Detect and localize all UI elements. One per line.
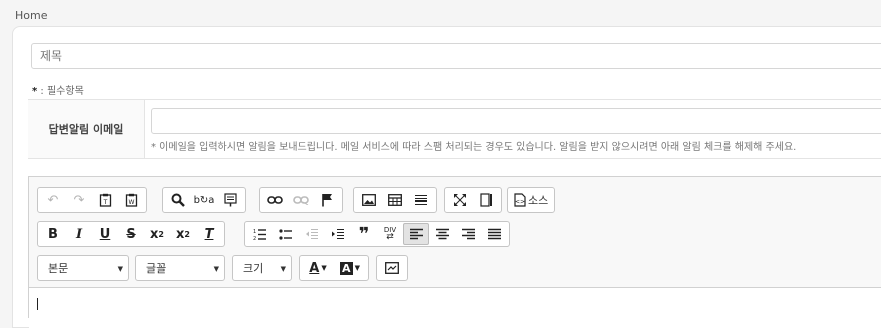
font-combo-value: 글꼴 — [146, 262, 167, 275]
format-combo-value: 본문 — [48, 262, 69, 275]
svg-text:2: 2 — [253, 236, 256, 241]
align-justify-icon[interactable] — [481, 223, 507, 245]
redo-icon[interactable]: ↷ — [66, 189, 92, 211]
size-combo[interactable]: 크기 ▼ — [232, 255, 292, 281]
image-icon[interactable] — [356, 189, 382, 211]
size-combo-value: 크기 — [243, 262, 264, 275]
breadcrumb[interactable]: Home — [15, 9, 47, 22]
align-center-icon[interactable] — [429, 223, 455, 245]
editor-content-area[interactable] — [29, 287, 881, 328]
required-text: : 필수항목 — [40, 86, 84, 97]
bullet-list-icon[interactable] — [273, 223, 299, 245]
media-group — [376, 255, 408, 281]
required-note: * : 필수항목 — [32, 82, 84, 97]
email-row: 답변알림 이메일 * 이메일을 입력하시면 알림을 보내드립니다. 메일 서비스… — [28, 99, 881, 159]
paragraph-group: 12 ❞ DIV ⇄ — [244, 221, 510, 247]
svg-text:W: W — [128, 199, 134, 206]
align-right-icon[interactable] — [455, 223, 481, 245]
source-button[interactable]: <> 소스 — [514, 189, 548, 211]
required-star: * — [32, 86, 38, 97]
font-combo[interactable]: 글꼴 ▼ — [135, 255, 225, 281]
paste-text-icon[interactable]: T — [92, 189, 118, 211]
undo-icon[interactable]: ↶ — [40, 189, 66, 211]
horizontal-rule-icon[interactable] — [408, 189, 434, 211]
replace-icon[interactable]: b↻a — [191, 189, 217, 211]
background-color-button[interactable]: A ▼ — [334, 257, 366, 279]
text-color-button[interactable]: A ▼ — [302, 257, 334, 279]
chevron-down-icon: ▼ — [280, 265, 286, 273]
strike-icon[interactable]: S — [118, 223, 144, 245]
remove-format-icon[interactable]: T — [196, 223, 222, 245]
anchor-flag-icon[interactable] — [314, 189, 340, 211]
svg-text:1: 1 — [253, 229, 256, 235]
show-blocks-icon[interactable] — [473, 189, 499, 211]
table-icon[interactable] — [382, 189, 408, 211]
superscript-icon[interactable]: x2 — [170, 223, 196, 245]
title-input[interactable] — [31, 43, 881, 69]
text-cursor — [37, 298, 38, 310]
svg-text:T: T — [102, 199, 107, 206]
view-group — [444, 187, 502, 213]
chevron-down-icon: ▼ — [321, 264, 327, 272]
find-group: b↻a — [162, 187, 246, 213]
link-icon[interactable] — [262, 189, 288, 211]
text-color-icon: A — [309, 260, 320, 276]
insert-group — [353, 187, 437, 213]
align-left-icon[interactable] — [403, 223, 429, 245]
email-label: 답변알림 이메일 — [28, 100, 145, 158]
rich-text-editor: ↶ ↷ T W b↻a <> 소스 B I U S x 2 x 2 T 1 2 … — [28, 176, 881, 328]
blockquote-icon[interactable]: ❞ — [351, 223, 377, 245]
numbered-list-icon[interactable]: 12 — [247, 223, 273, 245]
chevron-down-icon: ▼ — [354, 264, 360, 272]
italic-icon[interactable]: I — [66, 223, 92, 245]
source-group: <> 소스 — [507, 187, 556, 213]
chevron-down-icon: ▼ — [213, 265, 219, 273]
indent-icon[interactable] — [325, 223, 351, 245]
subscript-icon[interactable]: x2 — [144, 223, 170, 245]
div-container-icon[interactable]: DIV ⇄ — [377, 223, 403, 245]
unlink-icon[interactable] — [288, 189, 314, 211]
outdent-icon[interactable] — [299, 223, 325, 245]
undo-group: ↶ ↷ T W — [37, 187, 147, 213]
format-combo[interactable]: 본문 ▼ — [37, 255, 129, 281]
source-label: 소스 — [528, 194, 549, 207]
email-hint: * 이메일을 입력하시면 알림을 보내드립니다. 메일 서비스에 따라 스팸 처… — [151, 142, 797, 153]
chevron-down-icon: ▼ — [117, 265, 123, 273]
find-icon[interactable] — [165, 189, 191, 211]
svg-text:<>: <> — [515, 199, 525, 206]
basic-style-group: B I U S x2 x2 T — [37, 221, 225, 247]
color-group: A ▼ A ▼ — [299, 255, 369, 281]
paste-word-icon[interactable]: W — [118, 189, 144, 211]
email-input[interactable] — [151, 108, 881, 134]
bold-icon[interactable]: B — [40, 223, 66, 245]
background-color-icon: A — [340, 261, 353, 275]
select-all-icon[interactable] — [217, 189, 243, 211]
source-icon: <> — [514, 193, 526, 207]
embed-media-icon[interactable] — [379, 257, 405, 279]
maximize-icon[interactable] — [447, 189, 473, 211]
underline-icon[interactable]: U — [92, 223, 118, 245]
link-group — [259, 187, 343, 213]
